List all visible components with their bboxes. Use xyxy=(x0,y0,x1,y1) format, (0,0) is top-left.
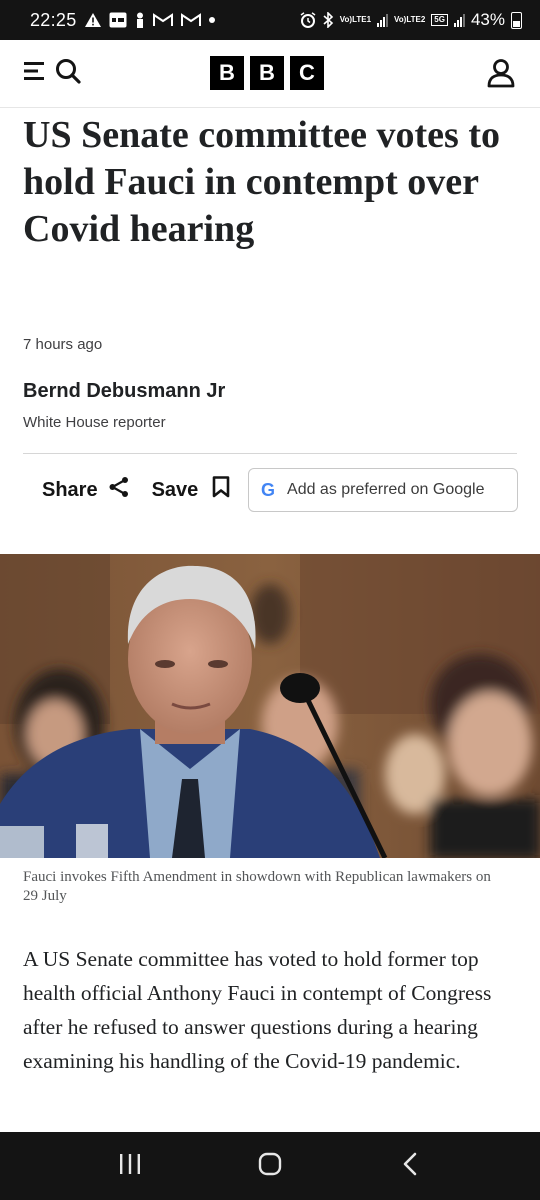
home-icon xyxy=(258,1152,282,1181)
article-timestamp: 7 hours ago xyxy=(23,336,103,353)
gmail-icon xyxy=(152,13,173,27)
signal-strength-icon xyxy=(453,13,465,27)
person-icon xyxy=(135,12,145,28)
account-button[interactable] xyxy=(486,58,516,93)
home-button[interactable] xyxy=(240,1146,300,1186)
gmail-icon xyxy=(180,13,201,27)
system-navigation-bar xyxy=(0,1132,540,1200)
search-icon xyxy=(54,57,82,90)
warning-icon xyxy=(84,13,101,27)
status-left: 22:25 xyxy=(30,10,215,31)
menu-search-button[interactable] xyxy=(24,57,82,90)
share-button[interactable]: Share xyxy=(42,476,130,504)
status-time: 22:25 xyxy=(30,9,77,30)
status-bar: 22:25 Vo) LTE1 Vo) LTE2 5G 43% xyxy=(0,0,540,40)
byline-divider xyxy=(23,453,517,454)
save-button[interactable]: Save xyxy=(152,476,231,504)
bluetooth-icon xyxy=(322,12,334,28)
bbc-logo-letter: B xyxy=(210,56,244,90)
back-button[interactable] xyxy=(380,1146,440,1186)
article-actions: Share Save xyxy=(42,468,242,512)
more-notifications-dot-icon xyxy=(208,17,215,23)
notification-app-icon xyxy=(109,12,127,28)
status-right: Vo) LTE1 Vo) LTE2 5G 43% xyxy=(300,10,522,30)
app-header: B B C xyxy=(0,40,540,108)
sim2-label: LTE2 xyxy=(406,15,426,24)
recent-apps-button[interactable] xyxy=(100,1146,160,1186)
sim1-volte-label: Vo) LTE1 xyxy=(339,15,372,24)
article-body-paragraph: A US Senate committee has voted to hold … xyxy=(23,947,492,1073)
bbc-logo[interactable]: B B C xyxy=(210,56,324,90)
image-caption: Fauci invokes Fifth Amendment in showdow… xyxy=(23,869,491,904)
recent-apps-icon xyxy=(118,1153,142,1180)
bbc-logo-letter: B xyxy=(250,56,284,90)
share-label: Share xyxy=(42,478,98,501)
bookmark-icon xyxy=(212,476,230,504)
share-icon xyxy=(108,476,130,504)
menu-icon xyxy=(24,58,52,89)
add-preferred-source-google-button[interactable]: G Add as preferred on Google xyxy=(248,468,518,512)
author-role: White House reporter xyxy=(23,414,166,431)
fauci-hearing-image xyxy=(0,554,540,858)
back-icon xyxy=(402,1152,418,1181)
article-photo[interactable] xyxy=(0,554,540,858)
bbc-logo-letter: C xyxy=(290,56,324,90)
google-button-label: Add as preferred on Google xyxy=(287,481,485,498)
sim1-label: LTE1 xyxy=(352,15,372,24)
article-headline: US Senate committee votes to hold Fauci … xyxy=(23,114,500,250)
network-type-label: 5G xyxy=(431,14,448,26)
save-label: Save xyxy=(151,478,199,501)
sim2-volte-label: Vo) LTE2 xyxy=(394,15,426,24)
account-icon xyxy=(486,59,516,92)
signal-strength-icon xyxy=(377,13,389,27)
battery-percent: 43% xyxy=(470,10,505,29)
author-name[interactable]: Bernd Debusmann Jr xyxy=(23,380,225,403)
alarm-icon xyxy=(300,12,316,28)
battery-icon xyxy=(511,11,522,29)
google-g-icon: G xyxy=(261,479,276,500)
